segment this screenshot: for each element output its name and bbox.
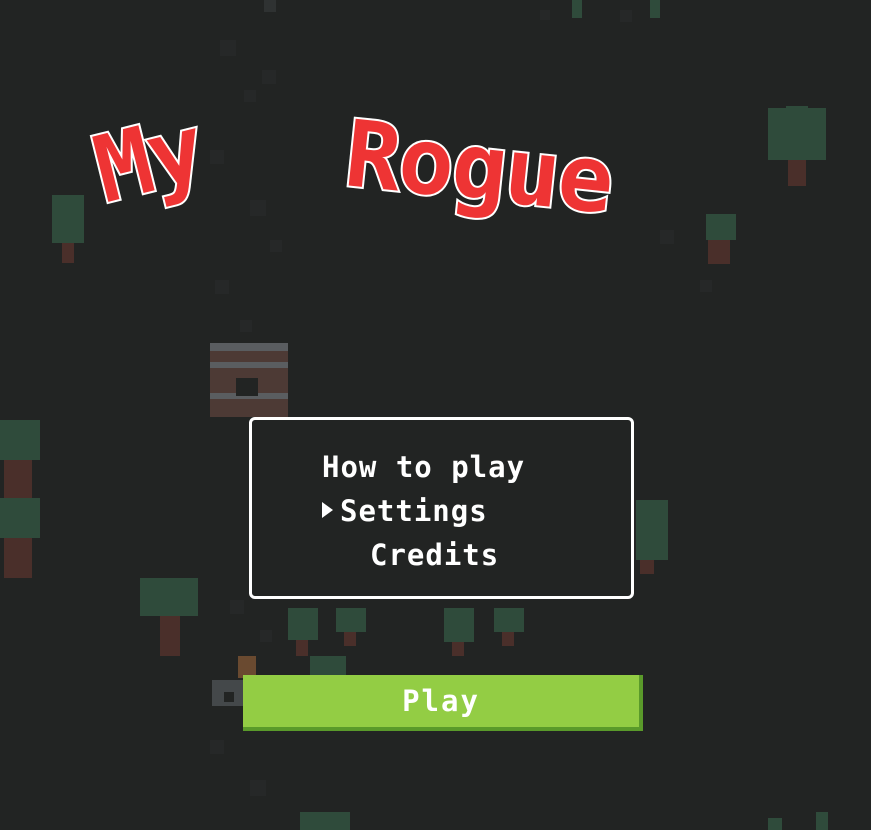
tree-top-stub	[264, 0, 660, 18]
play-button-label: Play	[402, 684, 480, 718]
title-word-my: My	[82, 92, 215, 226]
menu-item-credits[interactable]: Credits	[370, 538, 499, 572]
menu-item-label: Settings	[340, 494, 488, 528]
title-rogue: Rogue	[338, 98, 619, 236]
trees-left-edge	[0, 420, 40, 578]
menu-item-settings[interactable]: Settings	[322, 494, 488, 528]
selection-cursor-icon	[322, 502, 333, 518]
menu-item-label: How to play	[322, 450, 526, 484]
menu-item-label: Credits	[370, 538, 500, 572]
tree-bottom-left	[140, 578, 198, 656]
tree-left	[52, 195, 84, 263]
title-word-rogue: Rogue	[338, 98, 619, 236]
barrel-icon	[210, 343, 288, 417]
trees-bottom-edge	[300, 812, 828, 830]
menu-item-how-to-play[interactable]: How to play	[322, 450, 525, 484]
title-my: My	[82, 92, 215, 226]
play-button[interactable]: Play	[243, 675, 643, 731]
main-menu: How to play Settings Credits	[249, 417, 634, 599]
tree-top-right	[768, 106, 826, 186]
tree-right-menu	[636, 500, 668, 574]
trees-bottom-row	[288, 608, 524, 676]
tree-right-title	[706, 214, 736, 264]
